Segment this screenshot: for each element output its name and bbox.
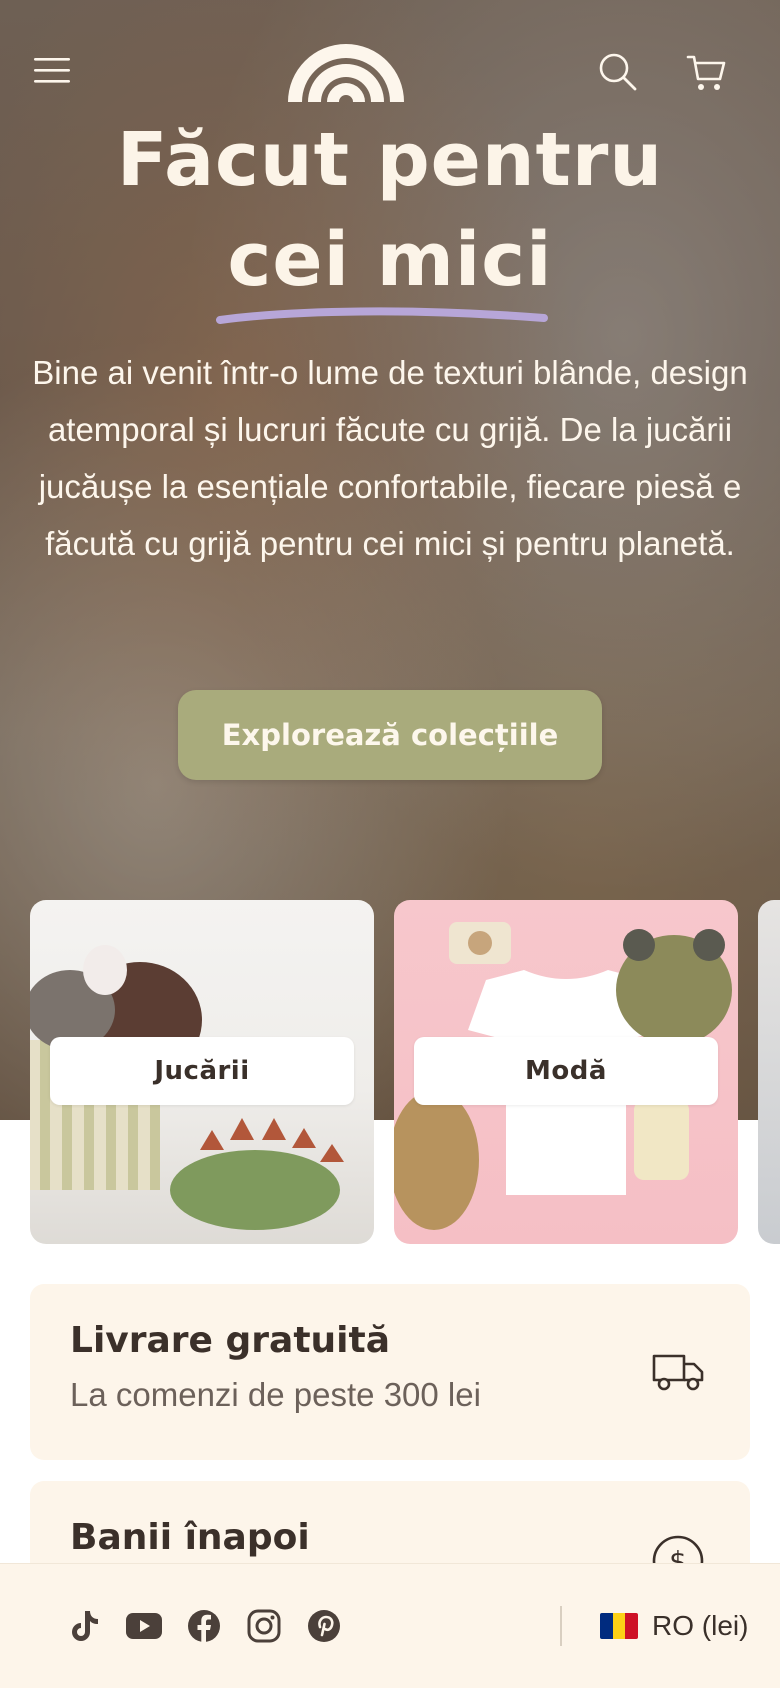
bottom-bar: RO (lei) [0,1563,780,1688]
benefit-title: Livrare gratuită [70,1320,390,1361]
instagram-link[interactable] [242,1604,286,1648]
rainbow-logo-icon [288,44,404,102]
hero-title-line1: Făcut pentru [116,117,664,203]
cart-button[interactable] [674,40,740,106]
benefit-subtitle: La comenzi de peste 300 lei [70,1376,481,1413]
truck-icon [652,1354,704,1391]
facebook-icon [188,1610,220,1643]
collection-card-next[interactable] [758,900,780,1244]
hamburger-menu-icon [34,58,70,83]
youtube-link[interactable] [122,1604,166,1648]
collection-card-fashion[interactable]: Modă [394,900,738,1244]
romania-flag-icon [600,1613,638,1639]
tiktok-icon [72,1611,98,1641]
benefit-title: Banii înapoi [70,1517,310,1558]
collection-card-toys[interactable]: Jucării [30,900,374,1244]
hero-title: Făcut pentru cei mici [0,110,780,324]
youtube-icon [126,1613,162,1639]
underline-swash [215,307,548,324]
search-button[interactable] [586,40,650,104]
collection-label-fashion: Modă [414,1037,718,1105]
menu-button[interactable] [22,40,82,100]
locale-selector[interactable]: RO (lei) [600,1602,748,1650]
benefit-free-shipping: Livrare gratuită La comenzi de peste 300… [30,1284,750,1460]
brand-logo[interactable] [286,40,406,102]
hero-description: Bine ai venit într-o lume de texturi blâ… [32,354,748,562]
pinterest-link[interactable] [302,1604,346,1648]
collections-carousel[interactable]: Jucării Modă [30,900,780,1245]
locale-label: RO (lei) [652,1610,749,1641]
facebook-link[interactable] [182,1604,226,1648]
divider [560,1606,562,1646]
collection-label-toys: Jucării [50,1037,354,1105]
cart-icon [686,55,726,90]
hero-title-highlight: cei mici [215,210,553,324]
tiktok-link[interactable] [62,1604,106,1648]
pinterest-icon [308,1610,340,1642]
hero-content: Făcut pentru cei mici Bine ai venit într… [0,110,780,572]
search-icon [599,53,637,91]
instagram-icon [247,1609,281,1643]
hero-title-line2: cei mici [227,217,553,303]
explore-collections-button[interactable]: Explorează colecțiile [178,690,602,780]
